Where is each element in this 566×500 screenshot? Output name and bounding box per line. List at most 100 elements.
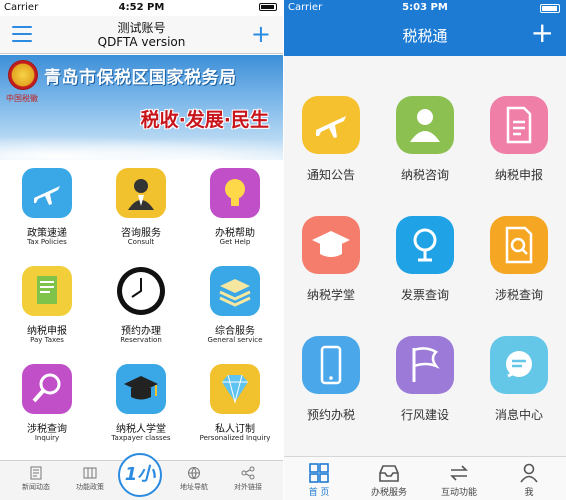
grid-item-personalized-inquiry[interactable]: 私人订制 Personalized Inquiry: [188, 358, 282, 456]
grid-item-label: 咨询服务: [121, 228, 161, 239]
tab-label: 对外链接: [234, 483, 262, 491]
person-icon: [396, 96, 454, 154]
battery-icon: [256, 2, 277, 13]
document-icon: [22, 266, 72, 316]
grid-item-label: 预约办理: [121, 326, 161, 337]
tab-address-nav[interactable]: 地址导航: [166, 461, 222, 500]
grid-item-label: 消息中心: [494, 408, 543, 422]
home-grid-icon: [309, 463, 329, 483]
grid-item-consult[interactable]: 咨询服务 Consult: [94, 162, 188, 260]
screenshot-stage: Carrier 4:52 PM 测试账号 QDFTA version + 中国税…: [0, 0, 566, 500]
graduation-cap-icon: [116, 364, 166, 414]
add-icon[interactable]: +: [531, 18, 554, 48]
document-icon: [490, 96, 548, 154]
feature-grid: 通知公告 纳税咨询 纳税申报 纳税学堂 发票查询 涉税查询 预约办税 行风建设 …: [284, 56, 566, 456]
grid-item-tax-consult[interactable]: 纳税咨询: [378, 56, 472, 182]
tab-external-links[interactable]: 对外链接: [220, 461, 276, 500]
grid-item-sublabel: Get Help: [219, 238, 251, 246]
nav-bar: 测试账号 QDFTA version +: [0, 16, 283, 54]
grid-item-inquiry[interactable]: 涉税查询 Inquiry: [0, 358, 94, 456]
layers-icon: [210, 266, 260, 316]
tab-me[interactable]: 我: [494, 457, 564, 500]
tab-news[interactable]: 新闻动态: [8, 461, 64, 500]
policy-icon: [83, 467, 97, 479]
document-search-icon: [490, 216, 548, 274]
tab-label: 互动功能: [440, 488, 477, 498]
grid-item-sublabel: Personalized Inquiry: [199, 434, 271, 442]
grid-item-get-help[interactable]: 办税帮助 Get Help: [188, 162, 282, 260]
swap-icon: [450, 465, 468, 481]
grid-item-pay-taxes[interactable]: 纳税申报 Pay Taxes: [0, 260, 94, 358]
app-title: 税税通: [402, 27, 448, 45]
tab-label: 办税服务: [370, 488, 407, 498]
lightbulb-icon: [210, 168, 260, 218]
grid-item-label: 行风建设: [400, 408, 449, 422]
news-icon: [30, 466, 42, 480]
graduation-cap-icon: [302, 216, 360, 274]
grid-item-label: 政策速递: [27, 228, 67, 239]
tab-label: 我: [524, 488, 534, 498]
bureau-name: 青岛市保税区国家税务局: [44, 68, 237, 88]
magnifier-icon: [396, 216, 454, 274]
grid-item-sublabel: Inquiry: [34, 434, 60, 442]
grid-item-sublabel: General service: [207, 336, 263, 344]
feature-grid: 政策速递 Tax Policies 咨询服务 Consult 办税帮助 Get …: [0, 162, 283, 458]
user-icon: [520, 463, 538, 483]
share-icon: [241, 466, 255, 480]
grid-item-sublabel: Pay Taxes: [30, 336, 64, 344]
grid-item-sublabel: Consult: [127, 238, 155, 246]
grid-item-label: 办税帮助: [215, 228, 255, 239]
grid-item-appointment[interactable]: 预约办税: [284, 296, 378, 422]
grid-item-sublabel: Taxpayer classes: [111, 434, 171, 442]
one-hour-icon[interactable]: 1小时: [118, 453, 162, 497]
person-icon: [116, 168, 166, 218]
flag-icon: [396, 336, 454, 394]
right-phone: Carrier 5:03 PM 税税通 + 通知公告 纳税咨询 纳税申报 纳税学…: [284, 0, 566, 500]
grid-item-tax-related-query[interactable]: 涉税查询: [472, 176, 566, 302]
diamond-icon: [210, 364, 260, 414]
grid-item-sublabel: Tax Policies: [27, 238, 67, 246]
globe-icon: [188, 467, 200, 480]
grid-item-general-service[interactable]: 综合服务 General service: [188, 260, 282, 358]
grid-item-tax-policies[interactable]: 政策速递 Tax Policies: [0, 162, 94, 260]
grid-item-label: 私人订制: [215, 424, 255, 435]
battery-icon: [540, 4, 560, 13]
tab-tax-service[interactable]: 办税服务: [354, 457, 424, 500]
clock-icon: [116, 266, 166, 316]
grid-item-message-center[interactable]: 消息中心: [472, 296, 566, 422]
tab-policy[interactable]: 功能政策: [62, 461, 118, 500]
tab-interactive[interactable]: 互动功能: [424, 457, 494, 500]
grid-item-tax-school[interactable]: 纳税学堂: [284, 176, 378, 302]
tab-home[interactable]: 首 页: [284, 457, 354, 500]
grid-item-tax-declaration[interactable]: 纳税申报: [472, 56, 566, 182]
chat-icon: [490, 336, 548, 394]
banner-slogan: 税收·发展·民生: [140, 109, 269, 131]
grid-item-invoice-query[interactable]: 发票查询: [378, 176, 472, 302]
tab-label: 新闻动态: [22, 483, 50, 491]
grid-item-conduct-building[interactable]: 行风建设: [378, 296, 472, 422]
grid-item-label: 纳税人学堂: [116, 424, 166, 435]
airplane-icon: [22, 168, 72, 218]
tax-emblem-icon: [8, 60, 38, 90]
airplane-icon: [302, 96, 360, 154]
magnifier-icon: [22, 364, 72, 414]
grid-item-taxpayer-classes[interactable]: 纳税人学堂 Taxpayer classes: [94, 358, 188, 456]
grid-item-label: 预约办税: [306, 408, 355, 422]
tab-label: 首 页: [308, 488, 330, 498]
banner: 中国税徽 青岛市保税区国家税务局 税收·发展·民生: [0, 55, 283, 160]
grid-item-label: 综合服务: [215, 326, 255, 337]
grid-item-label: 涉税查询: [27, 424, 67, 435]
cloud-decoration: [0, 132, 283, 160]
grid-item-reservation[interactable]: 预约办理 Reservation: [94, 260, 188, 358]
tab-label: 功能政策: [76, 483, 104, 491]
add-icon[interactable]: +: [251, 20, 271, 48]
nav-title-account: 测试账号: [117, 21, 166, 35]
bottom-tab-bar: 首 页 办税服务 互动功能 我: [284, 456, 566, 500]
one-hour-label: 1小时: [124, 464, 156, 485]
grid-item-notice[interactable]: 通知公告: [284, 56, 378, 182]
inbox-icon: [379, 465, 399, 482]
grid-item-sublabel: Reservation: [120, 336, 162, 344]
nav-title-version: QDFTA version: [97, 35, 186, 49]
tab-label: 地址导航: [180, 483, 208, 491]
phone-icon: [302, 336, 360, 394]
